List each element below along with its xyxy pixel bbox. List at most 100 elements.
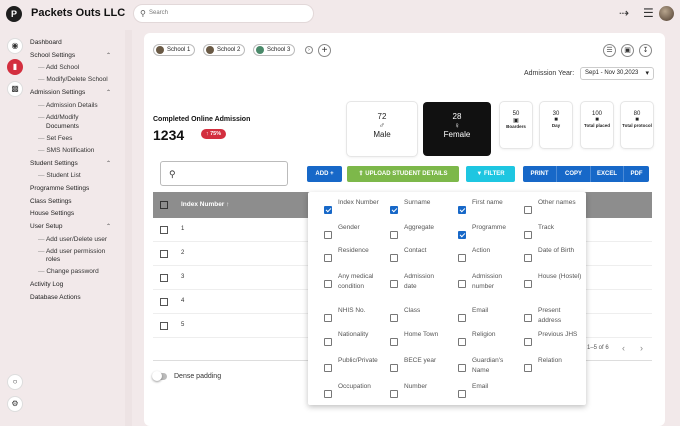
column-option-checkbox[interactable] [458, 364, 466, 372]
stat-total-protocol[interactable]: 80 ■ Total protocol [621, 102, 653, 148]
column-option-checkbox[interactable] [390, 280, 398, 288]
sidebar-item-dashboard[interactable]: Dashboard [30, 39, 62, 46]
sidebar-item-activity-log[interactable]: Activity Log [30, 281, 63, 288]
sidebar-item-admission-details[interactable]: Admission Details [38, 102, 98, 109]
chevron-up-icon[interactable]: ⌃ [106, 52, 111, 59]
sidebar-item-change-password[interactable]: Change password [38, 268, 98, 275]
chevron-left-icon[interactable]: ‹ [622, 343, 625, 353]
sidebar-item-school-settings[interactable]: School Settings [30, 52, 75, 59]
column-index-number[interactable]: Index Number ↑ [181, 201, 229, 208]
column-option-checkbox[interactable] [458, 390, 466, 398]
user-avatar[interactable] [659, 6, 674, 21]
column-option-checkbox[interactable] [524, 280, 532, 288]
sidebar-item-modify-school[interactable]: Modify/Delete School [38, 76, 107, 83]
sidebar-item-user-permission-line2[interactable]: roles [46, 256, 60, 263]
row-checkbox[interactable] [160, 250, 168, 258]
stat-total-placed[interactable]: 100 ■ Total placed [581, 102, 613, 148]
toggle-knob[interactable] [152, 371, 162, 381]
column-option-checkbox[interactable] [324, 254, 332, 262]
add-school-icon[interactable]: + [318, 44, 331, 57]
column-option-checkbox[interactable] [324, 231, 332, 239]
sidebar-item-user-permission[interactable]: Add user permission [38, 248, 105, 255]
column-option-checkbox[interactable] [390, 206, 398, 214]
sidebar-scrollbar[interactable] [125, 30, 132, 426]
print-button[interactable]: PRINT [523, 166, 556, 182]
column-option-checkbox[interactable] [524, 254, 532, 262]
sidebar-item-programme-settings[interactable]: Programme Settings [30, 185, 89, 192]
sidebar-item-add-delete-user[interactable]: Add user/Delete user [38, 236, 107, 243]
print-icon[interactable]: ▣ [621, 44, 634, 57]
column-option-checkbox[interactable] [390, 314, 398, 322]
column-option-checkbox[interactable] [324, 314, 332, 322]
dense-padding-toggle[interactable] [152, 371, 167, 381]
more-schools-icon[interactable]: › [305, 46, 313, 54]
column-option-checkbox[interactable] [458, 280, 466, 288]
column-option-checkbox[interactable] [324, 364, 332, 372]
sidebar-item-admission-settings[interactable]: Admission Settings [30, 89, 85, 96]
search-input[interactable]: Search [149, 10, 168, 16]
sidebar-item-documents-line2[interactable]: Documents [46, 123, 79, 130]
row-checkbox[interactable] [160, 298, 168, 306]
sidebar-item-add-school[interactable]: Add School [38, 64, 79, 71]
sidebar-item-user-setup[interactable]: User Setup [30, 223, 63, 230]
column-option-checkbox[interactable] [324, 338, 332, 346]
hamburger-icon[interactable]: ☰ [643, 6, 654, 20]
stat-day[interactable]: 30 ■ Day [540, 102, 572, 148]
sidebar-item-student-list[interactable]: Student List [38, 172, 80, 179]
column-option-checkbox[interactable] [390, 390, 398, 398]
sidebar-item-database-actions[interactable]: Database Actions [30, 294, 81, 301]
row-checkbox[interactable] [160, 322, 168, 330]
excel-button[interactable]: EXCEL [590, 166, 623, 182]
admission-year-select[interactable]: Sep1 - Nov 30,2023 ▾ [580, 67, 654, 80]
column-option-checkbox[interactable] [458, 206, 466, 214]
chevron-up-icon[interactable]: ⌃ [106, 89, 111, 96]
school-chip-1[interactable]: School 1 [153, 44, 196, 56]
chevron-right-icon[interactable]: › [640, 343, 643, 353]
school-chip-3[interactable]: School 3 [253, 44, 296, 56]
download-icon[interactable]: ↧ [639, 44, 652, 57]
pdf-button[interactable]: PDF [623, 166, 649, 182]
document-icon[interactable]: ▮ [7, 59, 23, 75]
column-option-checkbox[interactable] [458, 338, 466, 346]
upload-student-details-button[interactable]: ⇧ UPLOAD STUDENT DETAILS [347, 166, 459, 182]
column-option-checkbox[interactable] [390, 231, 398, 239]
column-option-checkbox[interactable] [458, 231, 466, 239]
column-option-checkbox[interactable] [524, 206, 532, 214]
table-search-input[interactable]: ⚲ [160, 161, 288, 186]
sidebar-item-house-settings[interactable]: House Settings [30, 210, 74, 217]
admin-icon[interactable]: ▩ [7, 81, 23, 97]
column-option-checkbox[interactable] [458, 254, 466, 262]
column-option-checkbox[interactable] [524, 338, 532, 346]
list-icon[interactable]: ☰ [603, 44, 616, 57]
sidebar-item-student-settings[interactable]: Student Settings [30, 160, 78, 167]
select-all-checkbox[interactable] [160, 201, 168, 209]
sidebar-item-class-settings[interactable]: Class Settings [30, 198, 72, 205]
copy-button[interactable]: COPY [556, 166, 590, 182]
row-checkbox[interactable] [160, 274, 168, 282]
chat-icon[interactable]: ○ [7, 374, 23, 390]
column-option-checkbox[interactable] [524, 364, 532, 372]
column-option-checkbox[interactable] [524, 314, 532, 322]
sidebar-item-sms[interactable]: SMS Notification [38, 147, 94, 154]
row-checkbox[interactable] [160, 226, 168, 234]
chevron-up-icon[interactable]: ⌃ [106, 223, 111, 230]
stat-male[interactable]: 72 ♂ Male [347, 102, 417, 156]
sidebar-item-set-fees[interactable]: Set Fees [38, 135, 72, 142]
column-option-checkbox[interactable] [390, 254, 398, 262]
column-option-checkbox[interactable] [390, 338, 398, 346]
chevron-up-icon[interactable]: ⌃ [106, 160, 111, 167]
filter-button[interactable]: ▼ FILTER [466, 166, 515, 182]
gear-icon[interactable]: ⚙ [7, 396, 23, 412]
column-option-checkbox[interactable] [390, 364, 398, 372]
sign-out-icon[interactable]: ⇢ [619, 6, 629, 20]
sidebar-item-documents[interactable]: Add/Modify [38, 114, 79, 121]
column-option-checkbox[interactable] [458, 314, 466, 322]
column-option-checkbox[interactable] [524, 231, 532, 239]
add-button[interactable]: ADD + [307, 166, 342, 182]
column-option-checkbox[interactable] [324, 390, 332, 398]
school-hat-icon[interactable]: ◉ [7, 38, 23, 54]
column-option-checkbox[interactable] [324, 206, 332, 214]
search-box[interactable]: ⚲ Search [133, 4, 314, 23]
stat-boarders[interactable]: 50 ▣ Boarders [500, 102, 532, 148]
school-chip-2[interactable]: School 2 [203, 44, 246, 56]
